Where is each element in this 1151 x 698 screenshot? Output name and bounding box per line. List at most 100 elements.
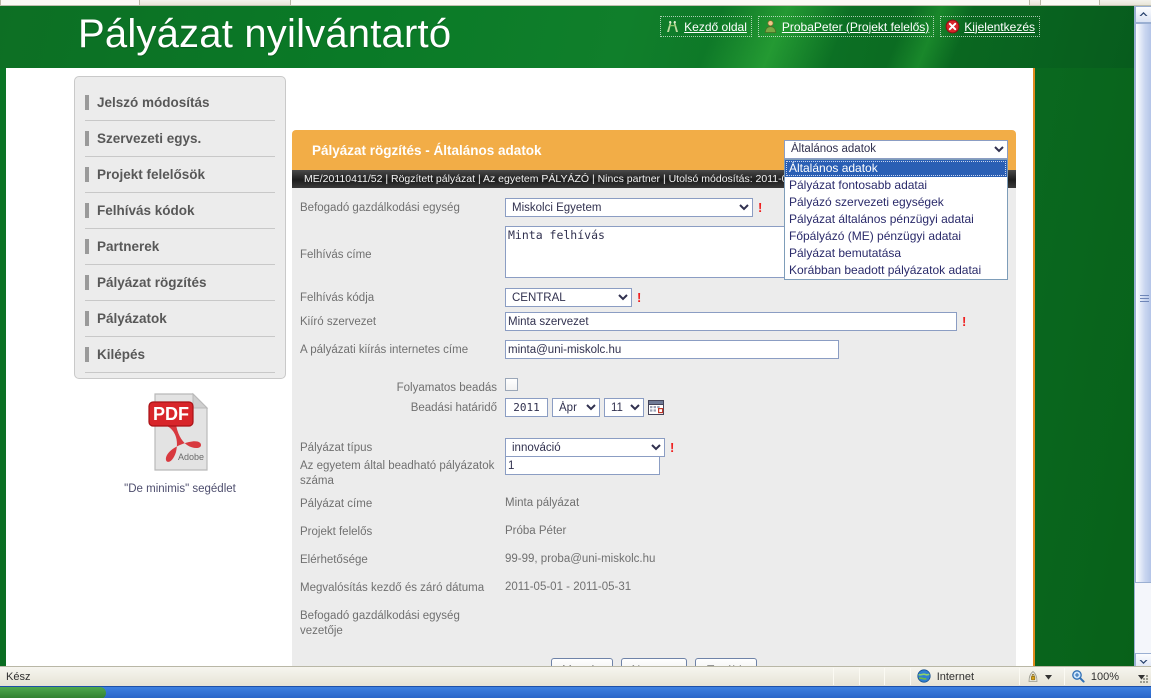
deadline-year-input[interactable] <box>505 398 548 417</box>
folyamatos-beadas-checkbox[interactable] <box>505 378 518 391</box>
svg-text:PDF: PDF <box>153 404 189 424</box>
dropdown-option-0[interactable]: Általános adatok <box>785 160 1007 177</box>
felhivas-kodja-select[interactable]: CENTRAL <box>505 288 632 307</box>
panel-title-text: Pályázat rögzítés - Általános adatok <box>312 142 542 158</box>
pdf-help-link[interactable]: PDF Adobe "De minimis" segédlet <box>74 390 286 495</box>
bullet-icon <box>85 203 89 218</box>
kiiro-szervezet-input[interactable] <box>505 312 957 331</box>
internetes-cime-input[interactable] <box>505 340 839 359</box>
scroll-thumb[interactable] <box>1135 23 1151 583</box>
sidebar-item-label: Pályázat rögzítés <box>97 275 207 290</box>
dropdown-option-1[interactable]: Pályázat fontosabb adatai <box>785 177 1007 194</box>
sidebar-item-label: Projekt felelősök <box>97 167 206 182</box>
sidebar-item-palyazat-rogzites[interactable]: Pályázat rögzítés <box>85 265 275 301</box>
field-label: A pályázati kiírás internetes címe <box>300 344 469 356</box>
page-title: Pályázat nyilvántartó <box>78 12 452 56</box>
header-link-user[interactable]: ProbaPeter (Projekt felelős) <box>757 16 935 37</box>
scroll-track[interactable] <box>1135 23 1151 653</box>
projekt-felelos-value: Próba Péter <box>505 525 567 537</box>
browser-status-bar: Kész Internet 100% <box>0 666 1151 686</box>
field-label: Befogadó gazdálkodási egység <box>300 202 460 214</box>
field-label: Pályázat címe <box>300 498 373 510</box>
dropdown-option-6[interactable]: Korábban beadott pályázatok adatai <box>785 262 1007 279</box>
content-panel: Pályázat rögzítés - Általános adatok Ált… <box>292 130 1016 670</box>
required-marker: ! <box>670 440 675 455</box>
header-links: Kezdő oldal ProbaPeter (Projekt felelős) <box>660 16 1040 37</box>
status-text: Kész <box>6 670 31 683</box>
status-blank-1 <box>834 667 858 686</box>
befogado-egyseg-select[interactable]: Miskolci Egyetem <box>505 198 753 217</box>
form-row-felhivas-kodja: Felhívás kódja CENTRAL ! <box>292 284 1016 312</box>
header-link-user-label: ProbaPeter (Projekt felelős) <box>781 19 930 34</box>
field-label: Megvalósítás kezdő és záró dátuma <box>300 582 485 594</box>
form-row-kiiro-szervezet: Kiíró szervezet ! <box>292 312 1016 340</box>
address-bar-segment <box>290 0 1030 5</box>
protected-mode-caret[interactable] <box>1044 671 1052 683</box>
sidebar-item-label: Partnerek <box>97 239 160 254</box>
home-icon <box>665 19 680 34</box>
scroll-up-button[interactable] <box>1135 6 1151 23</box>
form-row-internetes-cime: A pályázati kiírás internetes címe <box>292 340 1016 370</box>
sidebar-item-partnerek[interactable]: Partnerek <box>85 229 275 265</box>
security-zone-label: Internet <box>936 670 975 683</box>
calendar-icon[interactable] <box>648 400 664 415</box>
required-marker: ! <box>962 314 967 329</box>
globe-icon <box>917 669 932 684</box>
header-link-home[interactable]: Kezdő oldal <box>660 16 752 37</box>
bullet-icon <box>85 95 89 110</box>
sidebar-item-felhivas-kodok[interactable]: Felhívás kódok <box>85 193 275 229</box>
status-blank-2 <box>860 667 884 686</box>
sidebar-item-projekt-felelosok[interactable]: Projekt felelősök <box>85 157 275 193</box>
pdf-help-caption: "De minimis" segédlet <box>124 483 236 495</box>
field-label: Beadási határidő <box>410 402 497 414</box>
bullet-icon <box>85 167 89 182</box>
scroll-thumb-grip <box>1140 295 1149 303</box>
page-scrollbar[interactable] <box>1134 6 1151 670</box>
start-button[interactable] <box>0 687 106 698</box>
field-label: Az egyetem által beadható pályázatok szá… <box>300 460 495 487</box>
dropdown-option-4[interactable]: Főpályázó (ME) pénzügyi adatai <box>785 228 1007 245</box>
browser-window: Pályázat nyilvántartó Kezdő oldal ProbaP… <box>0 0 1151 698</box>
user-icon <box>763 19 778 34</box>
field-label: Pályázat típus <box>300 442 373 454</box>
left-green-stripe <box>0 68 6 670</box>
field-label: Felhívás címe <box>300 249 372 261</box>
sidebar-item-palyazatok[interactable]: Pályázatok <box>85 301 275 337</box>
dropdown-option-2[interactable]: Pályázó szervezeti egységek <box>785 194 1007 211</box>
sidebar-item-jelszo-modositas[interactable]: Jelszó módosítás <box>85 85 275 121</box>
palyazat-tipus-select[interactable]: innováció <box>505 438 665 457</box>
form-row-egyseg-vezetoje: Befogadó gazdálkodási egység vezetője <box>292 606 1016 642</box>
required-marker: ! <box>637 290 642 305</box>
sidebar-item-szervezeti-egysegek[interactable]: Szervezeti egys. <box>85 121 275 157</box>
sidebar-item-label: Pályázatok <box>97 311 167 326</box>
field-label: Projekt felelős <box>300 526 373 538</box>
zoom-level-label: 100% <box>1090 670 1119 683</box>
logout-icon <box>945 19 960 34</box>
sidebar-item-kilepes[interactable]: Kilépés <box>85 337 275 373</box>
security-zone[interactable]: Internet <box>911 667 1019 686</box>
page-viewport: Pályázat nyilvántartó Kezdő oldal ProbaP… <box>0 6 1134 670</box>
elerhetosege-value: 99-99, proba@uni-miskolc.hu <box>505 553 656 565</box>
svg-text:Adobe: Adobe <box>178 452 204 462</box>
deadline-day-select[interactable]: 11 <box>604 398 644 417</box>
dropdown-option-3[interactable]: Pályázat általános pénzügyi adatai <box>785 211 1007 228</box>
palyazat-cime-value: Minta pályázat <box>505 497 580 509</box>
chevron-down-icon <box>1139 660 1148 664</box>
protected-mode[interactable] <box>1020 667 1064 686</box>
window-resize-grip[interactable] <box>1139 674 1149 684</box>
form-row-elerhetosege: Elérhetősége 99-99, proba@uni-miskolc.hu <box>292 550 1016 578</box>
section-select-dropdown[interactable]: Általános adatok Pályázat fontosabb adat… <box>784 159 1008 280</box>
sidebar-item-label: Szervezeti egys. <box>97 131 202 146</box>
lock-icon <box>1026 669 1041 684</box>
panel-title-bar: Pályázat rögzítés - Általános adatok Ált… <box>292 130 1016 280</box>
field-label: Folyamatos beadás <box>396 382 497 394</box>
palyazatok-szama-input[interactable] <box>505 456 660 475</box>
chevron-down-icon <box>1044 674 1052 680</box>
deadline-month-select[interactable]: Ápr <box>552 398 600 417</box>
sidebar-item-label: Kilépés <box>97 347 146 362</box>
header-link-logout[interactable]: Kijelentkezés <box>940 16 1040 37</box>
header-link-home-label: Kezdő oldal <box>684 19 747 34</box>
section-select[interactable]: Általános adatok <box>784 139 1008 159</box>
site-header: Pályázat nyilvántartó Kezdő oldal ProbaP… <box>0 6 1134 68</box>
dropdown-option-5[interactable]: Pályázat bemutatása <box>785 245 1007 262</box>
